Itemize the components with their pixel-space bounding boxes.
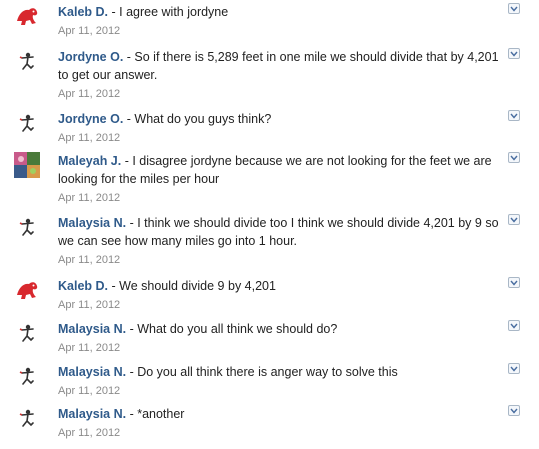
comment-author[interactable]: Jordyne O. (58, 50, 123, 64)
comment-author[interactable]: Jordyne O. (58, 112, 123, 126)
chevron-down-icon (510, 51, 518, 57)
stick-figure-icon[interactable] (14, 48, 40, 74)
comment-author[interactable]: Kaleb D. (58, 5, 108, 19)
comment-body: Maleyah J. - I disagree jordyne because … (58, 152, 504, 204)
comment-date: Apr 11, 2012 (58, 192, 121, 204)
comment-author[interactable]: Malaysia N. (58, 216, 126, 230)
chevron-down-icon (510, 155, 518, 161)
chevron-down-icon (510, 113, 518, 119)
comment-menu-button[interactable] (508, 214, 520, 225)
comment-date: Apr 11, 2012 (58, 132, 121, 144)
comment-date: Apr 11, 2012 (58, 427, 121, 439)
comment-text: - So if there is 5,289 feet in one mile … (58, 50, 499, 82)
stick-figure-icon[interactable] (14, 214, 40, 240)
photo-collage-icon[interactable] (14, 152, 40, 178)
stick-figure-icon[interactable] (14, 320, 40, 346)
comment-text: - I agree with jordyne (108, 5, 229, 19)
chevron-down-icon (510, 408, 518, 414)
comment-date: Apr 11, 2012 (58, 88, 121, 100)
comment-menu-button[interactable] (508, 3, 520, 14)
comment-author[interactable]: Malaysia N. (58, 407, 126, 421)
comment-body: Malaysia N. - *another Apr 11, 2012 (58, 405, 504, 439)
comment-date: Apr 11, 2012 (58, 342, 121, 354)
comment-feed: Kaleb D. - I agree with jordyne Apr 11, … (0, 0, 539, 449)
comment-menu-button[interactable] (508, 152, 520, 163)
comment-date: Apr 11, 2012 (58, 299, 121, 311)
comment-text: - We should divide 9 by 4,201 (108, 279, 276, 293)
comment-text: - *another (126, 407, 185, 421)
chevron-down-icon (510, 366, 518, 372)
comment-menu-button[interactable] (508, 277, 520, 288)
stick-figure-icon[interactable] (14, 405, 40, 431)
comment-body: Malaysia N. - I think we should divide t… (58, 214, 504, 266)
comment-body: Malaysia N. - What do you all think we s… (58, 320, 504, 354)
comment-author[interactable]: Kaleb D. (58, 279, 108, 293)
comment-text: - What do you all think we should do? (126, 322, 338, 336)
comment-date: Apr 11, 2012 (58, 25, 121, 37)
comment-body: Jordyne O. - What do you guys think? Apr… (58, 110, 504, 144)
comment-body: Malaysia N. - Do you all think there is … (58, 363, 504, 397)
comment-menu-button[interactable] (508, 110, 520, 121)
comment-text: - What do you guys think? (123, 112, 272, 126)
comment-date: Apr 11, 2012 (58, 385, 121, 397)
stick-figure-icon[interactable] (14, 363, 40, 389)
comment-body: Kaleb D. - We should divide 9 by 4,201 A… (58, 277, 504, 311)
comment-menu-button[interactable] (508, 320, 520, 331)
comment-author[interactable]: Malaysia N. (58, 322, 126, 336)
chevron-down-icon (510, 280, 518, 286)
comment-menu-button[interactable] (508, 405, 520, 416)
stick-figure-icon[interactable] (14, 110, 40, 136)
comment-author[interactable]: Malaysia N. (58, 365, 126, 379)
comment-date: Apr 11, 2012 (58, 254, 121, 266)
comment-body: Jordyne O. - So if there is 5,289 feet i… (58, 48, 504, 100)
chevron-down-icon (510, 217, 518, 223)
red-dinosaur-icon[interactable] (14, 3, 40, 29)
comment-text: - Do you all think there is anger way to… (126, 365, 398, 379)
comment-menu-button[interactable] (508, 48, 520, 59)
chevron-down-icon (510, 323, 518, 329)
comment-menu-button[interactable] (508, 363, 520, 374)
comment-text: - I disagree jordyne because we are not … (58, 154, 492, 186)
comment-author[interactable]: Maleyah J. (58, 154, 121, 168)
red-dinosaur-icon[interactable] (14, 277, 40, 303)
chevron-down-icon (510, 6, 518, 12)
comment-body: Kaleb D. - I agree with jordyne Apr 11, … (58, 3, 504, 37)
